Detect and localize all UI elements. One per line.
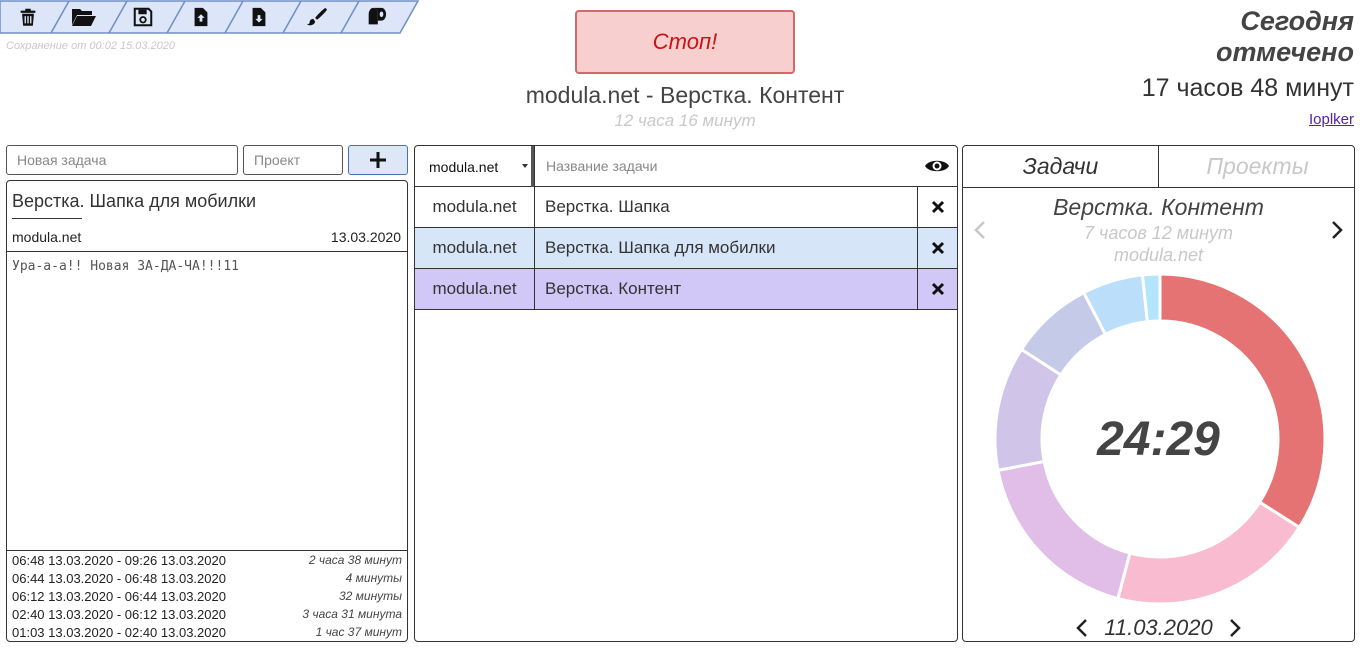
eye-icon[interactable] bbox=[923, 155, 951, 177]
task-row[interactable]: modula.net Верстка. Шапка bbox=[415, 187, 957, 228]
project-filter-value: modula.net bbox=[429, 158, 499, 175]
task-row-project: modula.net bbox=[415, 228, 535, 268]
folder-open-icon[interactable] bbox=[64, 4, 104, 30]
close-icon bbox=[931, 282, 944, 296]
floppy-disk-icon[interactable] bbox=[123, 4, 163, 30]
task-row-name: Верстка. Шапка для мобилки bbox=[545, 238, 776, 257]
task-note[interactable]: Ура-а-а!! Новая ЗА-ДА-ЧА!!!11 bbox=[12, 259, 239, 274]
selected-task-project: modula.net bbox=[1113, 245, 1204, 265]
delete-task-button[interactable] bbox=[917, 228, 957, 268]
task-row-name: Верстка. Контент bbox=[545, 279, 682, 298]
time-log-row: 01:03 13.03.2020 - 02:40 13.03.2020 1 час… bbox=[7, 623, 407, 641]
prev-date-arrow-icon[interactable] bbox=[1070, 616, 1094, 640]
time-log-row: 06:48 13.03.2020 - 09:26 13.03.2020 2 час… bbox=[7, 551, 407, 569]
paintbrush-icon[interactable] bbox=[297, 4, 337, 30]
session-timer: 24:29 bbox=[1097, 413, 1220, 466]
tab-tasks[interactable]: Задачи bbox=[963, 146, 1159, 187]
save-timestamp: Сохранение от 00:02 15.03.2020 bbox=[6, 40, 176, 52]
task-name-filter-input[interactable] bbox=[536, 146, 916, 186]
new-project-input[interactable] bbox=[243, 145, 343, 175]
today-summary: Сегодня отмечено 17 часов 48 минут Ioplk… bbox=[1142, 6, 1354, 129]
current-task-time: 12 часа 16 минут bbox=[614, 111, 756, 130]
task-row[interactable]: modula.net Верстка. Контент bbox=[415, 269, 957, 310]
dropdown-caret-icon bbox=[522, 164, 528, 168]
time-log: 06:48 13.03.2020 - 09:26 13.03.2020 2 час… bbox=[7, 550, 407, 641]
trash-icon[interactable] bbox=[8, 4, 48, 30]
tab-projects[interactable]: Проекты bbox=[1159, 146, 1354, 187]
file-upload-icon[interactable] bbox=[181, 4, 221, 30]
task-row-project: modula.net bbox=[415, 269, 535, 309]
task-row-name: Верстка. Шапка bbox=[545, 197, 670, 216]
log-range: 06:48 13.03.2020 - 09:26 13.03.2020 bbox=[12, 552, 226, 568]
today-total: 17 часов 48 минут bbox=[1141, 74, 1354, 102]
task-details-title: Верстка. Шапка для мобилки bbox=[12, 191, 257, 211]
log-range: 02:40 13.03.2020 - 06:12 13.03.2020 bbox=[12, 606, 226, 622]
time-log-row: 06:44 13.03.2020 - 06:48 13.03.2020 4 мин… bbox=[7, 569, 407, 587]
toilet-paper-icon[interactable] bbox=[356, 4, 396, 30]
select-scrollbar bbox=[531, 146, 534, 187]
stats-panel: Задачи Проекты Верстка. Контент 7 часов … bbox=[962, 145, 1355, 642]
task-list-header: modula.net bbox=[415, 146, 957, 187]
delete-task-button[interactable] bbox=[917, 269, 957, 309]
divider bbox=[7, 251, 407, 252]
log-duration: 1 час 37 минут bbox=[315, 625, 402, 639]
log-range: 06:12 13.03.2020 - 06:44 13.03.2020 bbox=[12, 588, 226, 604]
date-navigator: 11.03.2020 bbox=[963, 614, 1354, 641]
plus-icon bbox=[370, 152, 386, 168]
task-list-panel: modula.net modula.net Верстка. Шапка mod… bbox=[414, 145, 958, 642]
user-link[interactable]: Ioplker bbox=[1309, 111, 1354, 128]
toolbar bbox=[0, 0, 420, 34]
log-duration: 2 часа 38 минут bbox=[308, 553, 402, 567]
donut-segment-0[interactable] bbox=[1158, 272, 1327, 530]
selected-task-time: 7 часов 12 минут bbox=[1083, 223, 1234, 243]
today-title: Сегодня отмечено bbox=[1215, 6, 1354, 67]
close-icon bbox=[931, 200, 944, 214]
tabs-divider bbox=[963, 187, 1354, 188]
task-row[interactable]: modula.net Верстка. Шапка для мобилки bbox=[415, 228, 957, 269]
donut-segment-2[interactable] bbox=[996, 459, 1132, 601]
donut-segment-1[interactable] bbox=[1116, 500, 1302, 606]
project-filter-select[interactable]: modula.net bbox=[415, 146, 535, 187]
next-date-arrow-icon[interactable] bbox=[1223, 616, 1247, 640]
log-range: 06:44 13.03.2020 - 06:48 13.03.2020 bbox=[12, 570, 226, 586]
log-duration: 32 минуты bbox=[338, 589, 402, 603]
task-details-date: 13.03.2020 bbox=[330, 229, 401, 245]
log-duration: 4 минуты bbox=[345, 571, 402, 585]
task-row-project: modula.net bbox=[415, 187, 535, 227]
stats-date: 11.03.2020 bbox=[1104, 615, 1213, 640]
new-task-input[interactable] bbox=[6, 145, 238, 175]
stop-button[interactable]: Стоп! bbox=[575, 10, 795, 74]
delete-task-button[interactable] bbox=[917, 187, 957, 227]
time-log-row: 02:40 13.03.2020 - 06:12 13.03.2020 3 час… bbox=[7, 605, 407, 623]
log-range: 01:03 13.03.2020 - 02:40 13.03.2020 bbox=[12, 624, 226, 640]
selected-task-title: Верстка. Контент bbox=[1053, 194, 1264, 220]
file-download-icon[interactable] bbox=[239, 4, 279, 30]
title-underline bbox=[12, 218, 82, 219]
task-details-panel: Верстка. Шапка для мобилки modula.net 13… bbox=[6, 180, 408, 642]
task-details-project: modula.net bbox=[12, 229, 82, 245]
current-task-title: modula.net - Верстка. Контент bbox=[525, 82, 845, 108]
add-task-button[interactable] bbox=[348, 145, 408, 175]
close-icon bbox=[931, 241, 944, 255]
log-duration: 3 часа 31 минута bbox=[302, 607, 402, 621]
time-log-row: 06:12 13.03.2020 - 06:44 13.03.2020 32 ми… bbox=[7, 587, 407, 605]
